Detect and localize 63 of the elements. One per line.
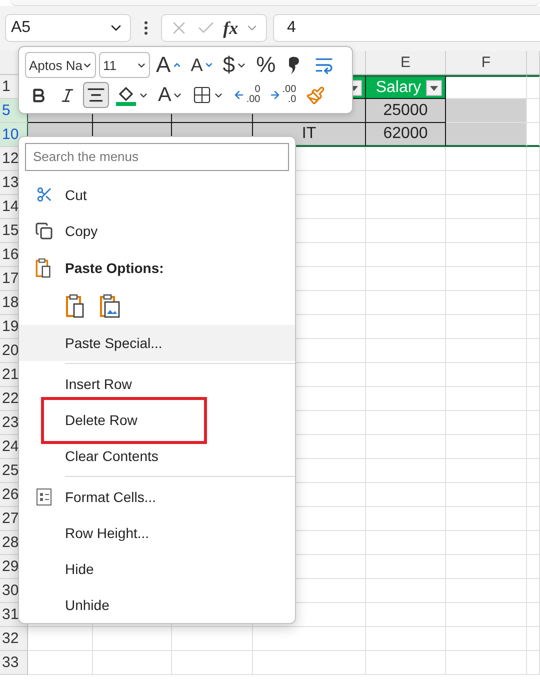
caret-icon bbox=[204, 60, 214, 70]
grid-cell bbox=[527, 171, 540, 195]
copy-icon bbox=[35, 222, 53, 240]
formula-field[interactable]: 4 bbox=[273, 14, 540, 42]
grid-cell bbox=[527, 315, 540, 339]
column-header[interactable]: F bbox=[446, 51, 527, 75]
decrease-decimal-button[interactable]: .00 .0 bbox=[266, 82, 300, 108]
grid-cell bbox=[527, 219, 540, 243]
increase-decimal-button[interactable]: 0 .00 bbox=[230, 82, 264, 108]
row-header[interactable]: 33 bbox=[0, 651, 28, 675]
grid-cell bbox=[527, 291, 540, 315]
grid-cell bbox=[527, 243, 540, 267]
grid-cell bbox=[527, 411, 540, 435]
grid-cell bbox=[527, 99, 540, 123]
arrow-icon bbox=[269, 89, 282, 101]
grid-cell bbox=[527, 147, 540, 171]
column-title: Salary bbox=[376, 78, 422, 96]
font-name-dropdown[interactable]: Aptos Na bbox=[25, 52, 96, 78]
name-box[interactable]: A5 bbox=[5, 14, 131, 42]
currency-button[interactable]: $ bbox=[220, 52, 250, 78]
grid-cell bbox=[527, 627, 540, 651]
grid-cell bbox=[527, 195, 540, 219]
grid-cell bbox=[527, 507, 540, 531]
format-cells-icon bbox=[36, 488, 52, 506]
table-cell: 62000 bbox=[366, 123, 446, 147]
scissors-icon bbox=[36, 186, 52, 204]
grid-cell bbox=[527, 483, 540, 507]
grid-cell bbox=[527, 435, 540, 459]
caret-icon bbox=[172, 60, 182, 70]
shrink-font-button[interactable]: A bbox=[188, 52, 217, 78]
paste-picture-icon[interactable] bbox=[99, 293, 121, 320]
comma-icon bbox=[288, 55, 301, 75]
table-cell: 25000 bbox=[366, 99, 446, 123]
menu-item[interactable]: Paste Special... bbox=[19, 325, 295, 362]
filter-button[interactable] bbox=[426, 80, 442, 96]
font-size-dropdown[interactable]: 11 bbox=[99, 52, 150, 78]
grid-cell bbox=[527, 387, 540, 411]
insert-function-button[interactable]: fx bbox=[223, 18, 238, 38]
arrow-icon bbox=[233, 89, 246, 101]
grid-cell bbox=[527, 555, 540, 579]
grid-cell bbox=[28, 627, 93, 651]
caret-icon bbox=[430, 86, 438, 90]
grid-cell bbox=[527, 267, 540, 291]
column-header[interactable]: E bbox=[366, 51, 446, 75]
percent-button[interactable]: % bbox=[252, 52, 279, 78]
section-heading: Paste Options: bbox=[65, 260, 164, 276]
search-field[interactable]: Search the menus bbox=[25, 143, 289, 171]
grid-cell bbox=[527, 603, 540, 627]
row-header[interactable]: 32 bbox=[0, 627, 28, 651]
grid-cell bbox=[527, 123, 540, 147]
align-center-button[interactable] bbox=[83, 82, 109, 108]
grid-cell bbox=[28, 651, 93, 675]
grid-cell bbox=[527, 363, 540, 387]
grow-font-button[interactable]: A bbox=[153, 52, 185, 78]
grid-cell bbox=[527, 75, 540, 99]
borders-icon bbox=[192, 85, 212, 105]
grid-cell bbox=[527, 339, 540, 363]
paintbrush-icon bbox=[306, 86, 325, 104]
grid-cell bbox=[527, 459, 540, 483]
grid-cell bbox=[527, 531, 540, 555]
grid-cell bbox=[527, 579, 540, 603]
font-color-button[interactable]: A bbox=[155, 82, 186, 108]
clipboard-icon bbox=[35, 257, 53, 280]
